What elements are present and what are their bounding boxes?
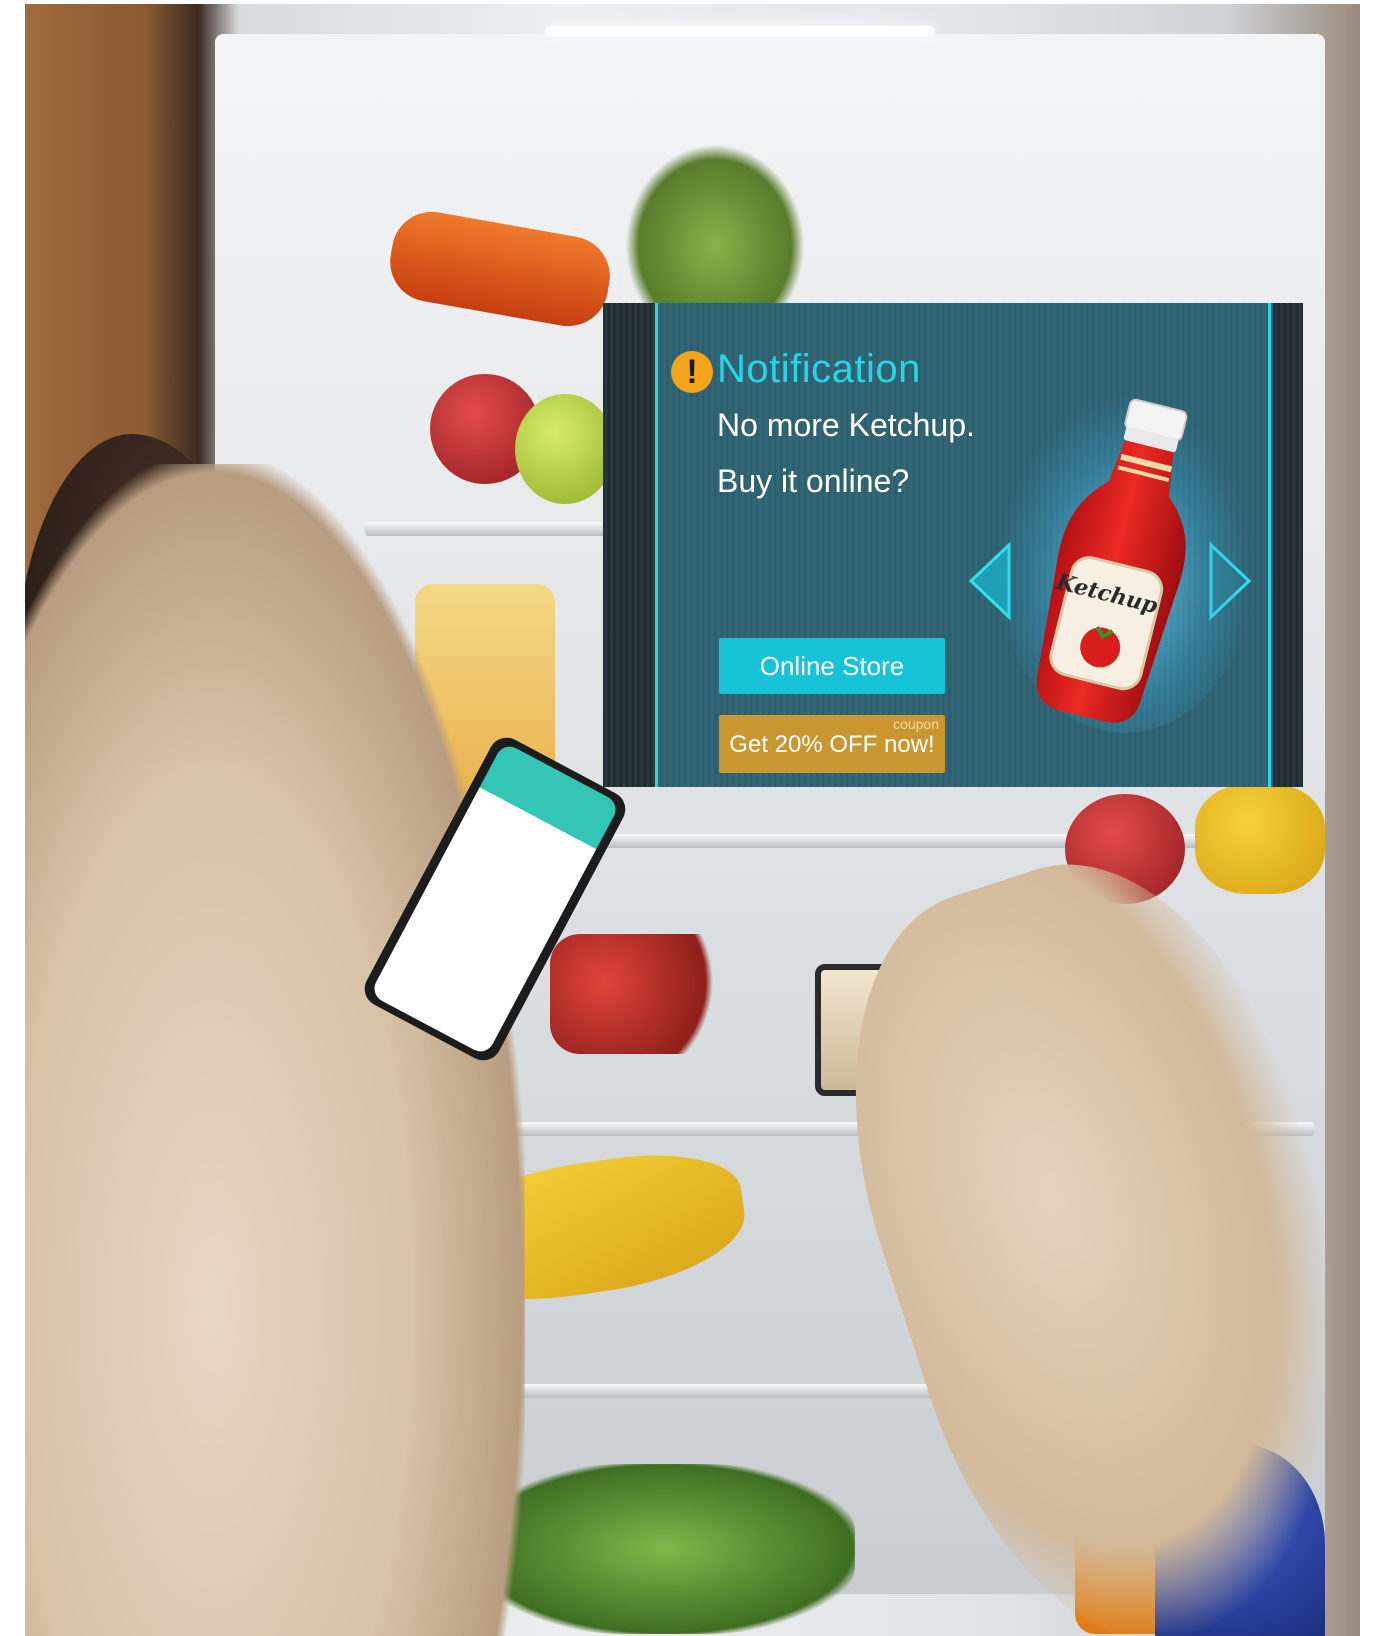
panel-edge <box>1273 303 1303 787</box>
coupon-button[interactable]: coupon Get 20% OFF now! <box>719 715 945 773</box>
online-store-button[interactable]: Online Store <box>719 638 945 694</box>
tomatoes <box>550 934 730 1054</box>
notification-title: Notification <box>717 347 921 391</box>
apple-green <box>515 394 615 504</box>
coupon-tag: coupon <box>893 716 939 732</box>
background-photo <box>25 4 1360 1636</box>
lettuce <box>475 1464 855 1634</box>
pepper-yellow <box>1195 784 1325 894</box>
notification-question: Buy it online? <box>717 463 910 499</box>
notification-panel: ! Notification No more Ketchup. Buy it o… <box>603 303 1303 787</box>
ketchup-bottle-image <box>1013 393 1213 723</box>
woman-sweater <box>25 464 525 1636</box>
coupon-label: Get 20% OFF now! <box>729 731 935 758</box>
fridge-light <box>545 26 935 36</box>
panel-edge <box>603 303 655 787</box>
notification-message: No more Ketchup. <box>717 407 975 443</box>
pineapple <box>625 144 805 314</box>
exclamation-circle-icon: ! <box>671 351 713 393</box>
